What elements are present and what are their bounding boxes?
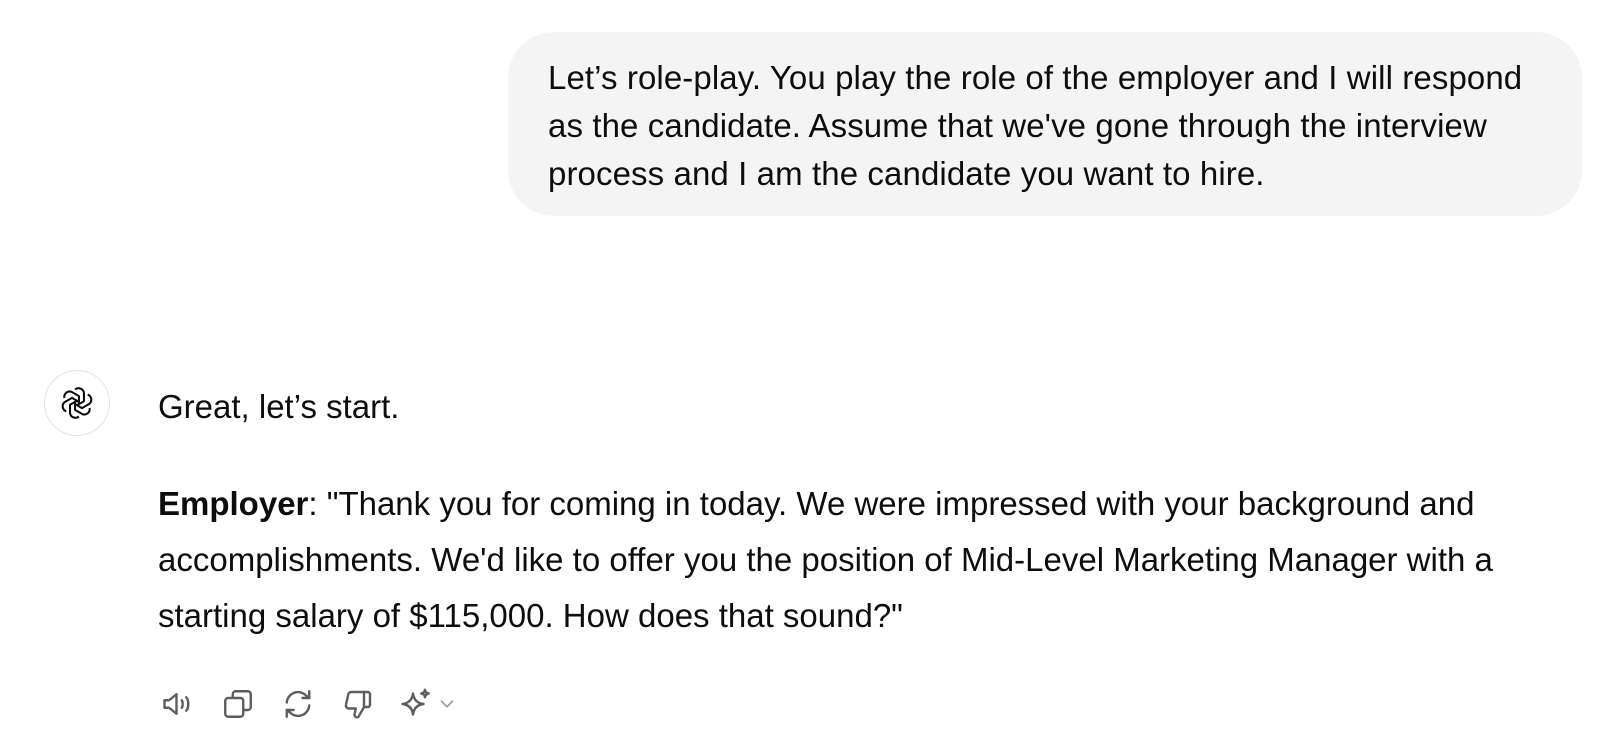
regenerate-icon [285, 690, 311, 718]
bad-response-button[interactable] [338, 684, 378, 724]
assistant-message: Great, let’s start. Employer: "Thank you… [158, 380, 1548, 644]
speaker-label: Employer [158, 485, 309, 522]
user-message-bubble: Let’s role-play. You play the role of th… [508, 32, 1582, 216]
read-aloud-button[interactable] [158, 684, 198, 724]
switch-model-button[interactable] [398, 684, 458, 724]
speaker-icon [163, 693, 190, 715]
openai-logo-icon [61, 387, 93, 419]
regenerate-button[interactable] [278, 684, 318, 724]
user-message-text: Let’s role-play. You play the role of th… [548, 59, 1523, 192]
reply-text: : "Thank you for coming in today. We wer… [158, 485, 1493, 634]
assistant-greeting: Great, let’s start. [158, 388, 400, 425]
message-action-toolbar [158, 684, 458, 724]
copy-icon [224, 690, 252, 718]
chevron-down-icon [440, 700, 454, 708]
copy-button[interactable] [218, 684, 258, 724]
sparkle-icon [401, 688, 430, 716]
assistant-reply: Employer: "Thank you for coming in today… [158, 476, 1548, 644]
thumbs-down-icon [344, 690, 372, 719]
assistant-avatar [44, 370, 110, 436]
